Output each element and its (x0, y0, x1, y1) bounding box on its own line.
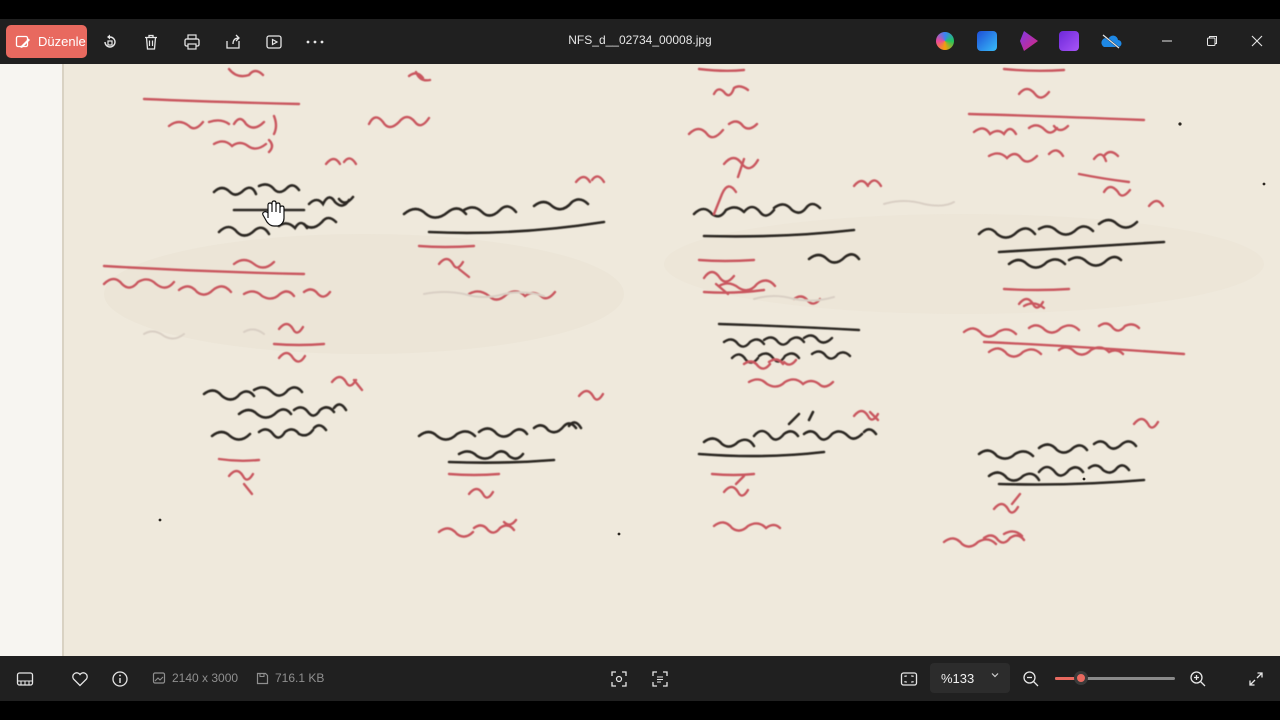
copilot-icon[interactable] (936, 32, 954, 50)
image-dimensions-text: 2140 x 3000 (172, 671, 239, 685)
close-icon[interactable] (1245, 29, 1269, 53)
zoom-slider-thumb[interactable] (1074, 671, 1089, 685)
rotate-icon[interactable] (99, 31, 121, 53)
edit-image-icon (15, 35, 30, 48)
file-size: 716.1 KB (256, 671, 324, 685)
manuscript-handwriting (64, 64, 1280, 656)
favorite-icon[interactable] (69, 668, 91, 690)
title-bar: Düzenle NFS_d__02734_00008.jpg (0, 19, 1280, 64)
bottom-bar: 2140 x 3000 716.1 KB %133 (0, 656, 1280, 701)
designer-icon[interactable] (1059, 31, 1079, 51)
fullscreen-icon[interactable] (1245, 668, 1267, 690)
viewer-margin (0, 64, 62, 656)
image-dimensions: 2140 x 3000 (152, 671, 238, 685)
fit-to-window-icon[interactable] (898, 668, 920, 690)
zoom-level-dropdown[interactable]: %133 (930, 663, 1010, 693)
onedrive-icon[interactable] (1100, 33, 1122, 49)
scan-text-icon[interactable] (649, 668, 671, 690)
save-disk-icon (256, 672, 269, 684)
visual-search-icon[interactable] (608, 668, 630, 690)
top-letterbox (0, 0, 1280, 19)
chevron-down-icon (990, 670, 1000, 683)
filmstrip-icon[interactable] (14, 668, 36, 690)
file-size-text: 716.1 KB (275, 671, 325, 685)
delete-icon[interactable] (140, 31, 162, 53)
manuscript-image (62, 64, 1280, 656)
bottom-letterbox (0, 701, 1280, 720)
more-icon[interactable] (304, 31, 326, 53)
share-icon[interactable] (222, 31, 244, 53)
window-title: NFS_d__02734_00008.jpg (568, 33, 712, 47)
dimensions-icon (152, 672, 166, 684)
zoom-slider[interactable] (1055, 671, 1175, 685)
edit-button[interactable]: Düzenle (6, 25, 87, 58)
slideshow-icon[interactable] (263, 31, 285, 53)
restore-icon[interactable] (1200, 29, 1224, 53)
image-viewport[interactable] (0, 64, 1280, 656)
minimize-icon[interactable] (1155, 29, 1179, 53)
info-icon[interactable] (109, 668, 131, 690)
zoom-out-icon[interactable] (1020, 668, 1042, 690)
edit-button-label: Düzenle (38, 34, 86, 49)
photo-editor-icon[interactable] (977, 31, 997, 51)
zoom-level-text: %133 (941, 670, 975, 686)
clipchamp-icon[interactable] (1020, 31, 1038, 51)
print-icon[interactable] (181, 31, 203, 53)
zoom-in-icon[interactable] (1187, 668, 1209, 690)
